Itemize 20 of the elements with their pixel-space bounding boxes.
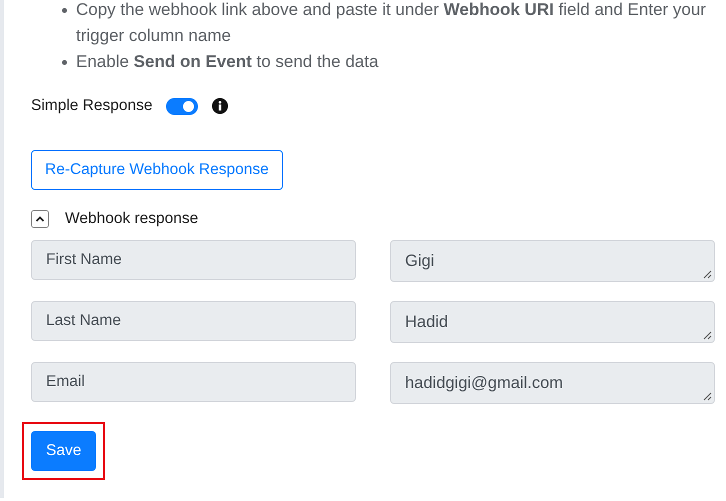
key-field[interactable]: Last Name bbox=[31, 301, 356, 341]
resize-grip-icon[interactable] bbox=[702, 269, 712, 279]
collapse-button[interactable] bbox=[31, 210, 49, 228]
value-field[interactable]: Hadid bbox=[390, 301, 715, 343]
value-field[interactable]: hadidgigi@gmail.com bbox=[390, 362, 715, 404]
chevron-icon bbox=[35, 215, 45, 223]
key-field[interactable]: First Name bbox=[31, 240, 356, 280]
save-button[interactable]: Save bbox=[31, 431, 96, 471]
bullet-icon bbox=[62, 60, 67, 65]
section-title: Webhook response bbox=[65, 210, 198, 228]
value-field[interactable]: Gigi bbox=[390, 240, 715, 282]
info-icon[interactable] bbox=[212, 98, 228, 114]
instruction-text: Enable Send on Event to send the data bbox=[76, 52, 378, 71]
resize-grip-icon[interactable] bbox=[702, 330, 712, 340]
recapture-button[interactable]: Re-Capture Webhook Response bbox=[31, 150, 283, 190]
toggle-switch[interactable] bbox=[166, 98, 198, 114]
bullet-icon bbox=[62, 8, 67, 13]
toggle-label: Simple Response bbox=[31, 97, 152, 115]
resize-grip-icon[interactable] bbox=[702, 391, 712, 401]
key-field[interactable]: Email bbox=[31, 362, 356, 402]
